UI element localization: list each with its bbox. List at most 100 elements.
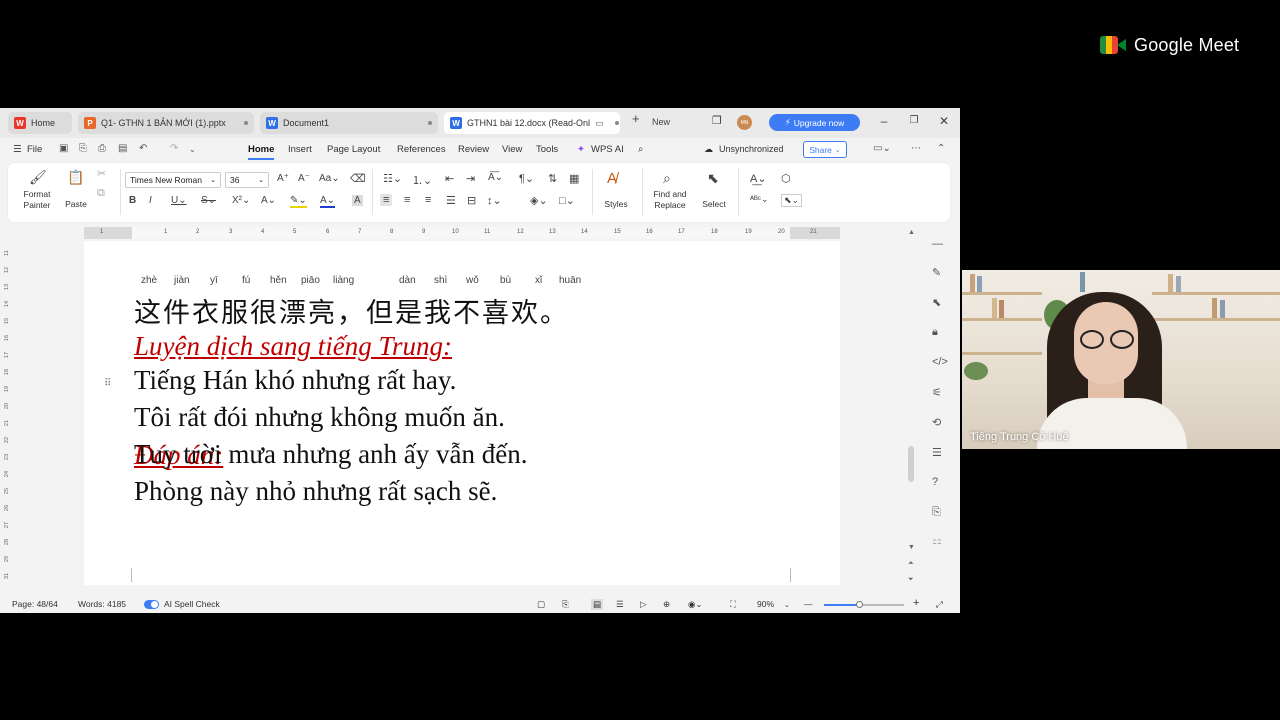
find-replace-button[interactable]: Find and Replace [648,189,692,211]
pointer-icon[interactable]: ⬉ [932,296,941,309]
window-restore-icon[interactable]: ❐ [712,114,722,127]
tab-pptx[interactable]: P Q1- GTHN 1 BẢN MỚI (1).pptx [78,112,254,134]
justify-icon[interactable]: ☰ [446,194,456,207]
cut-icon[interactable]: ✂ [97,167,106,180]
tab-close-dot[interactable] [244,121,248,125]
prev-page-icon[interactable]: ⏶ [908,560,914,568]
paragraph-drag-handle-icon[interactable]: ⠿ [104,378,111,389]
paste-button[interactable]: Paste [60,199,92,210]
zoom-slider-knob[interactable] [856,601,863,608]
styles-button[interactable]: Styles [596,199,636,210]
search-icon[interactable]: ⌕ [638,144,643,155]
reading-mode-icon[interactable]: ▢ [537,599,545,610]
spell-check-icon[interactable]: ᴬᴮᶜ⌄ [750,194,769,205]
increase-indent-icon[interactable]: ⇥ [466,172,475,185]
new-tab-plus-icon[interactable]: + [632,111,640,126]
bullets-icon[interactable]: ☷⌄ [383,172,402,185]
word-count[interactable]: Words: 4185 [78,599,126,609]
eye-protection-icon[interactable]: ◉⌄ [688,599,703,610]
web-layout-icon[interactable]: ☰ [616,599,624,610]
scroll-down-icon[interactable]: ▼ [908,544,915,551]
collapse-ribbon-icon[interactable]: ⌃ [937,143,945,154]
sort-icon[interactable]: ⇅ [548,172,557,185]
shrink-font-icon[interactable]: A⁻ [298,173,310,184]
upgrade-now-button[interactable]: ⚡ Upgrade now [769,114,860,131]
zoom-slider[interactable] [824,601,904,608]
more-options-icon[interactable]: ⋯ [911,143,921,154]
heading-answer[interactable]: Đáp án: [134,440,223,471]
sliders-icon[interactable]: ⚟ [932,386,942,399]
chinese-sentence[interactable]: 这件衣服很漂亮，但是我不喜欢。 [134,291,569,330]
copy-icon[interactable]: ⧉ [97,187,105,200]
distributed-icon[interactable]: ⊟ [467,194,476,207]
sentence-line[interactable]: Tôi rất đói nhưng không muốn ăn. [134,402,505,433]
underline-icon[interactable]: U⌄ [171,195,187,206]
page-indicator[interactable]: Page: 48/64 [12,599,58,609]
user-avatar[interactable]: MN [737,115,752,130]
menu-references[interactable]: References [397,144,446,155]
sentence-line[interactable]: Tiếng Hán khó nhưng rất hay. [134,365,456,396]
history-icon[interactable]: ⟲ [932,416,941,429]
lock-icon[interactable]: 🔒︎ [932,326,938,339]
tab-home[interactable]: W Home [8,112,72,134]
superscript-icon[interactable]: X²⌄ [232,195,250,206]
italic-icon[interactable]: I [149,195,152,206]
text-box-icon[interactable]: A͟⌄ [750,172,767,185]
settings-hexagon-icon[interactable]: ⬡ [781,172,791,185]
align-center-icon[interactable]: ≡ [404,194,410,206]
chevron-down-icon[interactable]: ⌄ [189,145,196,154]
participant-video-tile[interactable]: Tiếng Trung Cô Huệ [962,270,1280,449]
shading-icon[interactable]: ◈⌄ [530,194,548,207]
close-window-icon[interactable]: ✕ [937,114,951,128]
align-right-icon[interactable]: ≡ [425,194,431,206]
horizontal-ruler[interactable]: 1 1 2 3 4 5 6 7 8 9 10 11 12 13 14 15 16… [84,227,840,239]
font-size-select[interactable]: 36 ⌄ [225,172,269,188]
borders-icon[interactable]: □⌄ [559,194,575,207]
ai-spell-check-toggle[interactable] [144,600,159,609]
char-shading-icon[interactable]: A [352,195,363,206]
menu-review[interactable]: Review [458,144,489,155]
menu-insert[interactable]: Insert [288,144,312,155]
zoom-out-icon[interactable]: — [804,599,813,609]
code-icon[interactable]: </> [932,356,948,368]
layers-icon[interactable]: ☰ [932,446,942,459]
fit-page-icon[interactable]: ⛶ [730,599,736,610]
tab-gthn1-docx[interactable]: W GTHN1 bài 12.docx (Read-Onl ▭ [444,112,620,134]
minus-icon[interactable]: — [932,238,943,250]
align-left-icon[interactable]: ≡ [380,194,393,206]
vertical-ruler[interactable]: 11 12 13 14 15 16 17 18 19 20 21 22 23 2… [4,244,14,584]
minimize-icon[interactable]: – [877,114,891,128]
share-button[interactable]: Share ⌄ [803,141,847,158]
document-page[interactable]: zhè jiàn yī fú hěn piāo liàng dàn shì wǒ… [84,241,840,585]
grid-apps-icon[interactable]: ⚏ [932,534,942,547]
format-painter-button[interactable]: Format Painter [18,189,56,211]
hamburger-icon[interactable]: ☰ [13,144,22,155]
pen-icon[interactable]: ✎ [932,266,941,279]
menu-wps-ai[interactable]: WPS AI [591,144,624,155]
chevron-down-icon[interactable]: ⌄ [784,601,790,609]
export-icon[interactable]: ⎘ [932,506,941,519]
fullscreen-icon[interactable]: ⤢ [936,599,943,610]
table-borders-icon[interactable]: ▦ [569,172,579,185]
decrease-indent-icon[interactable]: ⇤ [445,172,454,185]
page-view-icon[interactable]: ▤ [591,599,604,610]
menu-page-layout[interactable]: Page Layout [327,144,380,155]
print-icon[interactable]: ⎙ [98,143,106,154]
tab-document1[interactable]: W Document1 [260,112,438,134]
grow-font-icon[interactable]: A⁺ [277,173,289,184]
cursor-icon[interactable]: ⬉⌄ [781,194,803,207]
vertical-scrollbar-thumb[interactable] [908,446,914,482]
select-button[interactable]: Select [696,199,732,210]
numbering-icon[interactable]: ⒈⌄ [412,172,432,188]
clear-format-icon[interactable]: ⌫ [350,172,366,185]
change-case-icon[interactable]: Aa⌄ [319,173,340,184]
comment-icon[interactable]: ▭⌄ [873,143,891,154]
text-direction-icon[interactable]: A͞⌄ [488,172,503,183]
paragraph-mark-icon[interactable]: ¶⌄ [519,172,534,185]
scroll-up-icon[interactable]: ▲ [908,229,915,236]
undo-icon[interactable]: ↶ [139,143,147,154]
text-effect-icon[interactable]: A⌄ [261,195,276,206]
outline-view-icon[interactable]: ⎘ [562,599,569,610]
menu-file[interactable]: File [27,144,42,155]
font-name-select[interactable]: Times New Roman ⌄ [125,172,221,188]
